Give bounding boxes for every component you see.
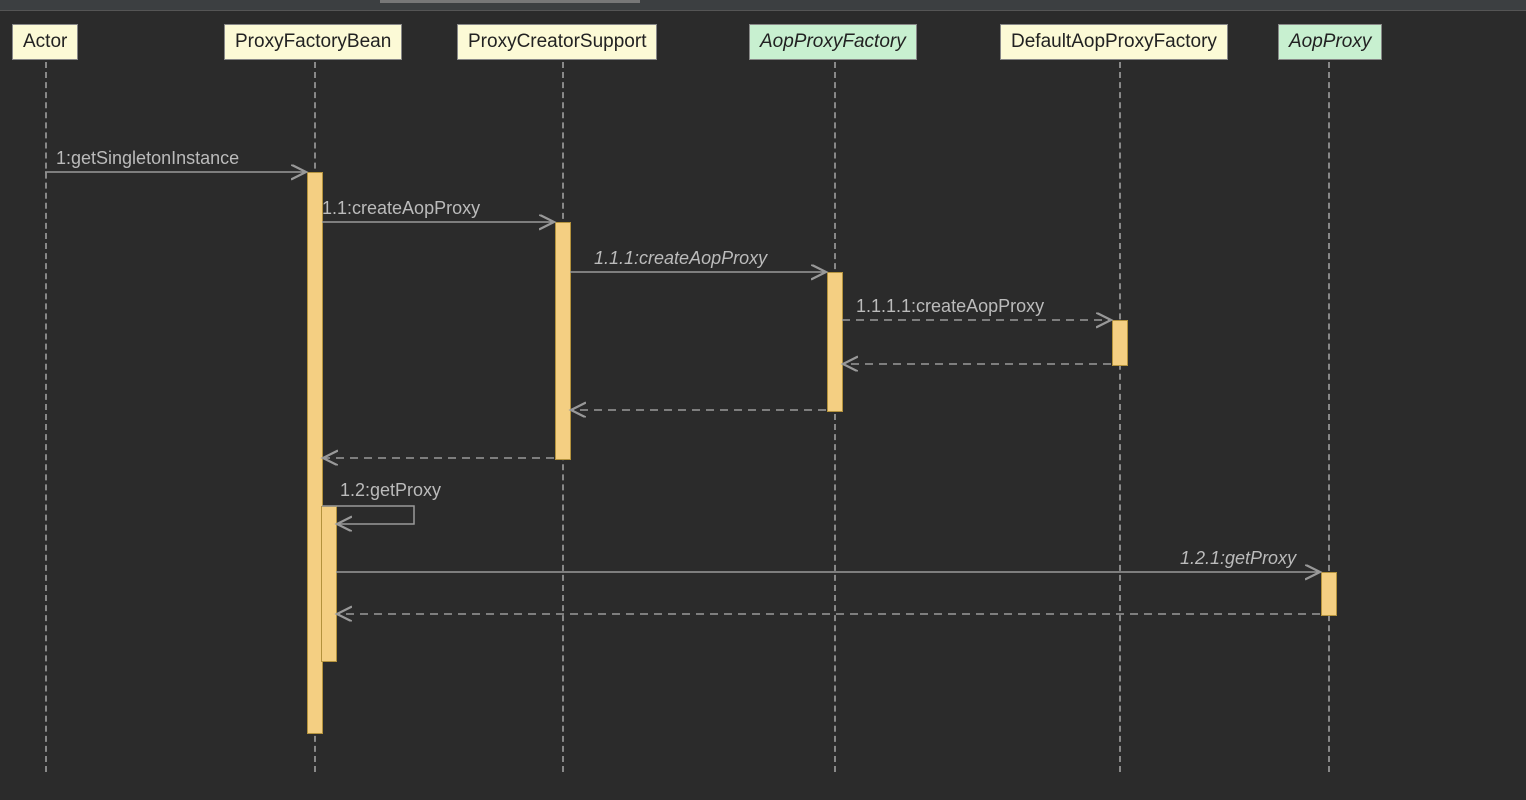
participant-proxycreatorsupport[interactable]: ProxyCreatorSupport xyxy=(457,24,657,60)
message-1-1-1-1[interactable]: 1.1.1.1:createAopProxy xyxy=(856,296,1044,317)
lifeline-actor xyxy=(45,62,47,772)
participant-defaultaopproxyfactory[interactable]: DefaultAopProxyFactory xyxy=(1000,24,1228,60)
participant-proxyfactorybean[interactable]: ProxyFactoryBean xyxy=(224,24,402,60)
diagram-canvas: Actor ProxyFactoryBean ProxyCreatorSuppo… xyxy=(0,0,1526,800)
message-1[interactable]: 1:getSingletonInstance xyxy=(56,148,239,169)
activation-pcs xyxy=(555,222,571,460)
activation-pfb-nested xyxy=(321,506,337,662)
lifeline-apf xyxy=(834,62,836,772)
participant-aopproxy[interactable]: AopProxy xyxy=(1278,24,1382,60)
message-1-2[interactable]: 1.2:getProxy xyxy=(340,480,441,501)
participant-aopproxyfactory[interactable]: AopProxyFactory xyxy=(749,24,917,60)
lifeline-ap xyxy=(1328,62,1330,772)
activation-apf xyxy=(827,272,843,412)
window-topbar xyxy=(0,0,1526,11)
message-1-1[interactable]: 1.1:createAopProxy xyxy=(322,198,480,219)
message-1-2-1[interactable]: 1.2.1:getProxy xyxy=(1180,548,1296,569)
activation-dapf xyxy=(1112,320,1128,366)
message-1-1-1[interactable]: 1.1.1:createAopProxy xyxy=(594,248,767,269)
lifeline-dapf xyxy=(1119,62,1121,772)
participant-actor[interactable]: Actor xyxy=(12,24,78,60)
arrows-layer xyxy=(0,0,1526,800)
activation-ap xyxy=(1321,572,1337,616)
